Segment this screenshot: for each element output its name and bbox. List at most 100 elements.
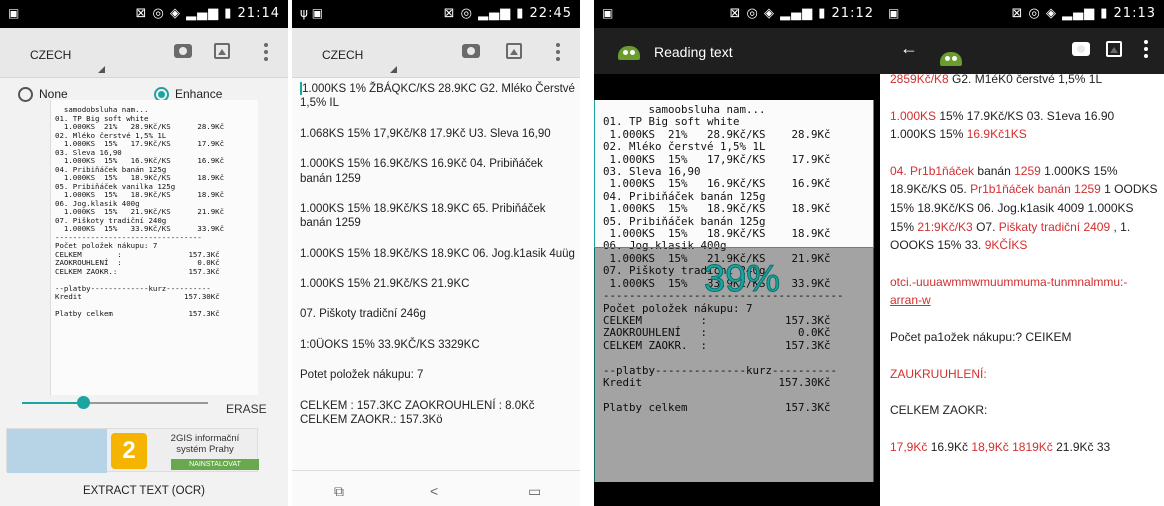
ad-text: 2GIS informační systém Prahy — [170, 433, 240, 455]
error-word: 1.000KS — [890, 108, 937, 123]
radio-none-label: None — [39, 87, 68, 101]
text-run: 21.9Kč 33 — [1052, 439, 1111, 454]
status-time: 21:12 — [831, 6, 874, 21]
divider — [580, 0, 594, 506]
status-right: ⊠ ◎ ◈ ▂▄▆ ▮ 21:13 — [1011, 6, 1156, 21]
notification-icon: ▣ — [602, 6, 614, 20]
overflow-menu-icon[interactable] — [556, 43, 560, 63]
status-time: 21:13 — [1113, 6, 1156, 21]
slider-fill — [22, 402, 82, 404]
android-logo-icon — [618, 46, 640, 60]
error-word: 2859Kč/K8 — [890, 72, 949, 86]
app-bar: ← — [880, 28, 1164, 74]
status-time: 21:14 — [237, 6, 280, 21]
language-dropdown[interactable]: CZECH — [322, 48, 398, 73]
error-word-underlined: arran-w — [890, 293, 931, 308]
error-word: Piškaty tradiční 2409 — [998, 219, 1111, 234]
status-right: ⊠ ◎ ▂▄▆ ▮ 22:45 — [444, 6, 572, 21]
signal-icons: ⊠ ◎ ◈ ▂▄▆ ▮ — [729, 6, 832, 21]
receipt-image: samodobsluha nam... 01. TP Big soft whit… — [50, 100, 258, 395]
status-right: ⊠ ◎ ◈ ▂▄▆ ▮ 21:12 — [729, 6, 874, 21]
error-word: 04. Pr1b1ňáček — [890, 163, 975, 178]
android-logo-icon — [940, 52, 962, 66]
notification-icon: ▣ — [888, 6, 900, 20]
error-word: 1259 — [1014, 163, 1041, 178]
error-word: 17,9Kč — [890, 439, 928, 454]
status-bar: ψ ▣ ⊠ ◎ ▂▄▆ ▮ 22:45 — [292, 0, 580, 28]
camera-icon[interactable] — [1072, 42, 1090, 56]
status-time: 22:45 — [529, 6, 572, 21]
erase-button[interactable]: ERASE — [226, 402, 267, 416]
signal-icons: ⊠ ◎ ▂▄▆ ▮ — [443, 6, 530, 21]
error-word: Pr1b1ňáček banán 1259 — [970, 182, 1101, 197]
paragraph: Potet položek nákupu: 7 — [300, 369, 424, 382]
paragraph: 1.068KS 15% 17,9Kč/K8 17.9Kč U3. Sleva 1… — [300, 127, 551, 140]
error-word: 9KČÍKS — [984, 238, 1028, 253]
camera-icon[interactable] — [462, 44, 480, 58]
language-value: CZECH — [322, 48, 364, 62]
paragraph: otci.-uuuawmmwmuummuma-tunmnalmmu:- arran… — [890, 273, 1158, 310]
progress-percent: 39% — [703, 258, 781, 301]
back-arrow-icon[interactable]: ← — [900, 38, 918, 59]
paragraph: 1.000KS 15% 18.9Kč/KS 18.9KC 06. Jog.k1a… — [300, 247, 575, 260]
toolbar: CZECH — [292, 28, 580, 78]
paragraph: CELKEM : 157.3KC ZAOKROUHLENÍ : 8.0Kč CE… — [300, 399, 535, 426]
error-word: 1819Kč — [1012, 439, 1053, 454]
notification-icon: ψ ▣ — [300, 6, 324, 20]
app-bar: Reading text — [594, 28, 882, 74]
paragraph: 1.000KS 15% 17.9Kč/KS 03. S1eva 16.90 1.… — [890, 107, 1158, 144]
bottom-action-bar: ⧉ < ▭ — [292, 470, 580, 506]
paragraph: 1.000KS 15% 16.9Kč/KS 16.9Kč 04. Pribiňá… — [300, 158, 543, 185]
paragraph: Počet pa1ožek nákupu:? CEIKEM — [890, 329, 1072, 344]
ad-logo: 2 — [111, 433, 147, 469]
screen-ocr-setup: ▣ ⊠ ◎ ◈ ▂▄▆ ▮ 21:14 CZECH None Enhance s… — [0, 0, 288, 506]
slider-knob[interactable] — [77, 396, 90, 409]
camera-icon[interactable] — [174, 44, 192, 58]
copy-icon[interactable]: ⧉ — [334, 483, 344, 500]
text-run: G2. M1éK0 čerstvé 1,5% 1L — [948, 72, 1103, 86]
toolbar: CZECH — [0, 28, 288, 78]
radio-none-indicator — [18, 87, 33, 103]
ocr-result-text[interactable]: 2859Kč/K8 G2. M1éK0 čerstvé 1,5% 1L 1.00… — [890, 70, 1158, 474]
paragraph: ZAUKRUUHLENÍ: — [890, 366, 987, 381]
error-word: 18,9Kč — [971, 439, 1009, 454]
paragraph: 07. Piškoty tradiční 246g — [300, 308, 426, 321]
brush-size-slider[interactable] — [22, 396, 208, 409]
screen-reading-progress: ▣ ⊠ ◎ ◈ ▂▄▆ ▮ 21:12 Reading text samoobs… — [594, 0, 882, 506]
status-bar: ▣ ⊠ ◎ ◈ ▂▄▆ ▮ 21:13 — [880, 0, 1164, 28]
paragraph: 1.000KS 15% 21.9Kč/KS 21.9KC — [300, 278, 470, 290]
error-word: 16.9Kč1KS — [966, 127, 1027, 142]
ad-banner[interactable]: 2 2GIS informační systém Prahy NAINSTALO… — [6, 428, 259, 473]
status-bar: ▣ ⊠ ◎ ◈ ▂▄▆ ▮ 21:14 — [0, 0, 288, 28]
paragraph: CELKEM ZAOKR: — [890, 403, 988, 418]
bottom-dark-area — [594, 482, 874, 506]
status-bar: ▣ ⊠ ◎ ◈ ▂▄▆ ▮ 21:12 — [594, 0, 882, 28]
overflow-menu-icon[interactable] — [1144, 40, 1148, 60]
ad-install-button[interactable]: NAINSTALOVAT — [171, 459, 259, 470]
status-right: ⊠ ◎ ◈ ▂▄▆ ▮ 21:14 — [135, 6, 280, 21]
signal-icons: ⊠ ◎ ◈ ▂▄▆ ▮ — [1011, 6, 1114, 21]
language-value: CZECH — [30, 48, 72, 62]
page-title: Reading text — [654, 44, 733, 60]
gallery-icon[interactable] — [506, 43, 522, 59]
gallery-icon[interactable] — [1106, 41, 1122, 57]
screen-ocr-result-raw: ψ ▣ ⊠ ◎ ▂▄▆ ▮ 22:45 CZECH 1.000KS 1% ŽBÁ… — [292, 0, 580, 506]
signal-icons: ⊠ ◎ ◈ ▂▄▆ ▮ — [135, 6, 238, 21]
radio-enhance-label: Enhance — [175, 87, 223, 101]
image-icon[interactable]: ▭ — [528, 483, 541, 500]
text-run: banán — [974, 163, 1015, 178]
ocr-result-text[interactable]: 1.000KS 1% ŽBÁQKC/KS 28.9KC G2. Mléko Če… — [300, 82, 575, 443]
error-word: otci.-uuuawmmwmuummuma-tunmnalmmu:- — [890, 274, 1128, 289]
paragraph: 04. Pr1b1ňáček banán 1259 1.000KS 15% 18… — [890, 162, 1158, 255]
share-icon[interactable]: < — [430, 483, 438, 499]
paragraph: 1.000KS 1% ŽBÁQKC/KS 28.9KC G2. Mléko Če… — [300, 82, 575, 111]
gallery-icon[interactable] — [214, 43, 230, 59]
language-dropdown[interactable]: CZECH — [30, 48, 106, 73]
notification-icon: ▣ — [8, 6, 20, 20]
overflow-menu-icon[interactable] — [264, 43, 268, 63]
error-word: 21:9Kč/K3 — [917, 219, 973, 234]
extract-text-button[interactable]: EXTRACT TEXT (OCR) — [0, 485, 288, 497]
paragraph: 2859Kč/K8 G2. M1éK0 čerstvé 1,5% 1L — [890, 70, 1158, 89]
screen-ocr-result-highlighted: ▣ ⊠ ◎ ◈ ▂▄▆ ▮ 21:13 ← 2859Kč/K8 G2. M1éK… — [880, 0, 1164, 506]
paragraph: 17,9Kč 16.9Kč 18,9Kč 1819Kč 21.9Kč 33 — [890, 438, 1158, 457]
